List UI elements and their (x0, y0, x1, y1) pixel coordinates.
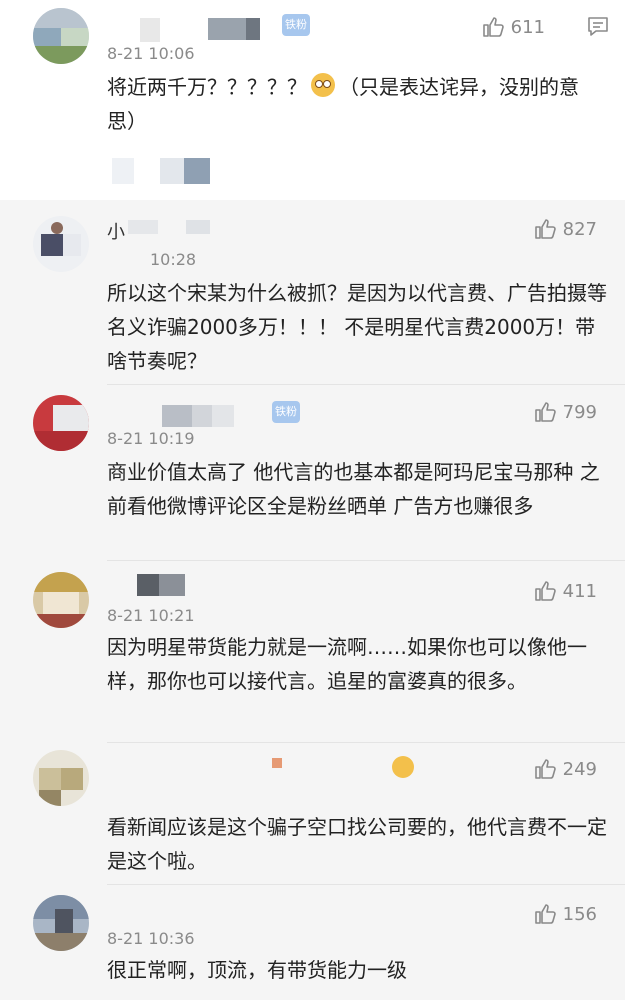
avatar[interactable] (33, 895, 89, 951)
comment-time: 8-21 10:36 (107, 929, 195, 948)
comment-text: 商业价值太高了 他代言的也基本都是阿玛尼宝马那种 之前看他微博评论区全是粉丝晒单… (107, 460, 600, 518)
avatar[interactable] (33, 572, 89, 628)
comment-item: 小 10:28 所以这个宋某为什么被抓？是因为以代言费、广告拍摄等名义诈骗200… (0, 200, 625, 385)
comment-time: 8-21 10:19 (107, 429, 195, 448)
comment-time: 8-21 10:06 (107, 44, 195, 63)
fan-badge: 铁粉 (282, 14, 310, 36)
like-button[interactable]: 156 (533, 899, 597, 929)
thumbs-up-icon (482, 17, 504, 37)
comment-item: 8-21 10:21 因为明星带货能力就是一流啊……如果你也可以像他一样，那你也… (0, 560, 625, 743)
avatar[interactable] (33, 395, 89, 451)
comment-item: 铁粉 8-21 10:06 将近两千万？？？？？ （只是表达诧异，没别的意思） 6… (0, 0, 625, 200)
avatar[interactable] (33, 750, 89, 806)
comment-text: 很正常啊，顶流，有带货能力一级 (107, 958, 407, 982)
like-count: 156 (562, 903, 597, 925)
like-count: 411 (562, 580, 597, 602)
emoji-icon (392, 756, 414, 778)
fan-badge: 铁粉 (272, 401, 300, 423)
like-count: 799 (562, 401, 597, 423)
thumbs-up-icon (534, 219, 556, 239)
comment-time: 10:28 (150, 250, 197, 269)
comment-text: 看新闻应该是这个骗子空口找公司要的，他代言费不一定是这个啦。 (107, 815, 607, 873)
thumbs-up-icon (534, 759, 556, 779)
comment-text: 将近两千万？？？？？ （只是表达诧异，没别的意思） (107, 73, 579, 133)
comment-text: 所以这个宋某为什么被抓？是因为以代言费、广告拍摄等名义诈骗2000多万！！！ 不… (107, 281, 607, 373)
like-button[interactable]: 799 (533, 397, 597, 427)
like-count: 249 (562, 758, 597, 780)
comment-item: 8-21 10:36 很正常啊，顶流，有带货能力一级 156 (0, 885, 625, 1000)
comment-item: 铁粉 8-21 10:19 商业价值太高了 他代言的也基本都是阿玛尼宝马那种 之… (0, 385, 625, 561)
like-count: 611 (510, 16, 545, 38)
thumbs-up-icon (534, 904, 556, 924)
thumbs-up-icon (534, 581, 556, 601)
username[interactable]: 小 (107, 218, 125, 244)
avatar[interactable] (33, 216, 89, 272)
comment-time: 8-21 10:21 (107, 606, 195, 625)
comment-item: 看新闻应该是这个骗子空口找公司要的，他代言费不一定是这个啦。 249 (0, 742, 625, 885)
flushed-face-icon (311, 73, 335, 97)
like-button[interactable]: 249 (533, 754, 597, 784)
thumbs-up-icon (534, 402, 556, 422)
comment-reply-icon[interactable] (586, 14, 610, 38)
avatar[interactable] (33, 8, 89, 64)
comment-text: 因为明星带货能力就是一流啊……如果你也可以像他一样，那你也可以接代言。追星的富婆… (107, 635, 587, 693)
like-button[interactable]: 827 (533, 214, 597, 244)
like-button[interactable]: 611 (481, 12, 545, 42)
like-button[interactable]: 411 (533, 576, 597, 606)
like-count: 827 (562, 218, 597, 240)
